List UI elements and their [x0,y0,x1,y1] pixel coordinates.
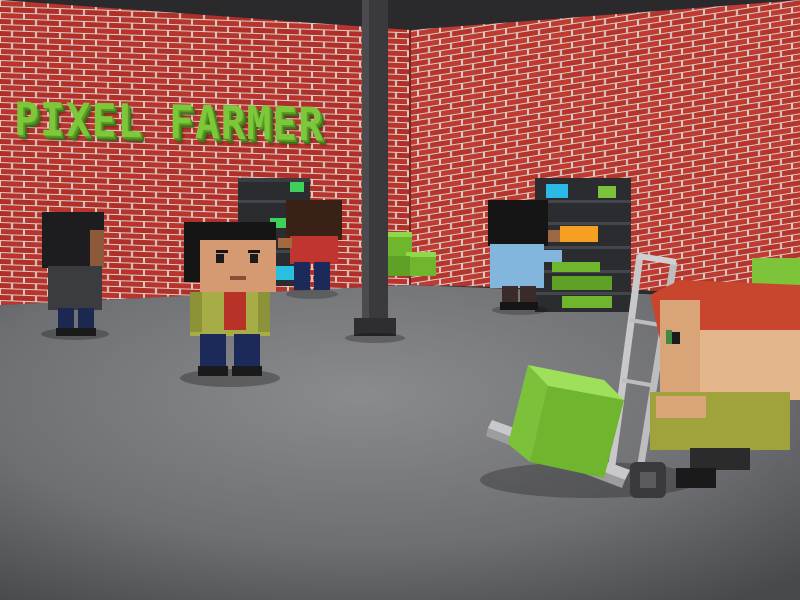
pixel-farmer-sign: PIXEL FARMER [14,92,324,152]
shelf-right [535,178,631,312]
warehouse-scene [0,0,800,600]
